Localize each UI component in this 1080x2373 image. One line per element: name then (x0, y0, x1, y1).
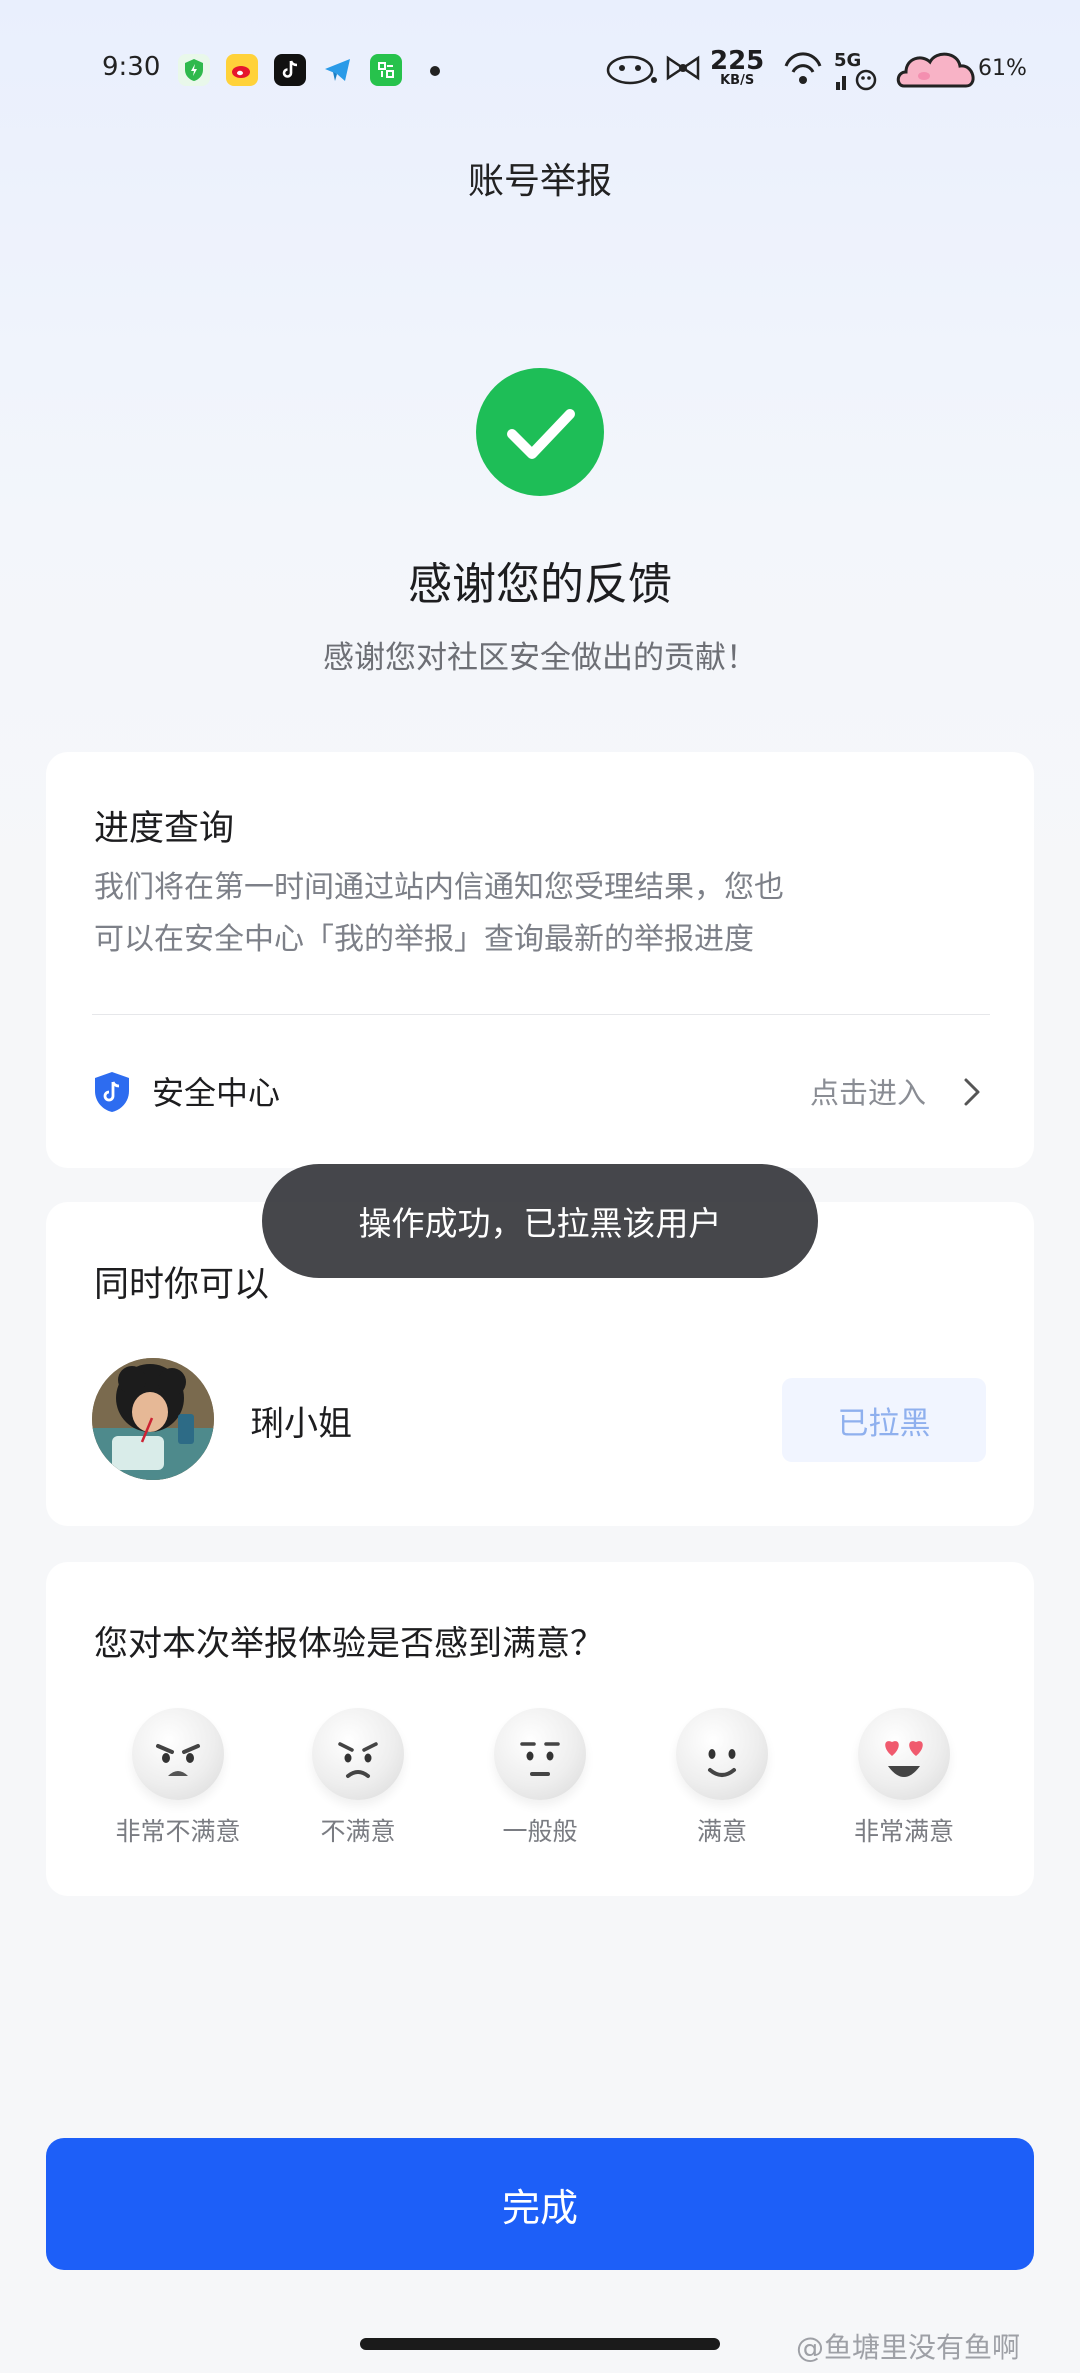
battery-icon (896, 46, 980, 92)
result-subheading: 感谢您对社区安全做出的贡献！ (323, 640, 757, 676)
watermark: @鱼塘里没有鱼啊 (796, 2331, 1021, 2364)
shield-tiktok-icon (92, 1070, 132, 1114)
result-heading: 感谢您的反馈 (408, 559, 672, 610)
option-label: 满意 (696, 1817, 747, 1846)
card-divider (92, 1014, 990, 1015)
avatar[interactable] (92, 1358, 214, 1480)
neutral-face-icon[interactable] (494, 1708, 586, 1800)
user-name: 琍小姐 (250, 1404, 352, 1444)
option-label: 非常满意 (853, 1817, 954, 1846)
success-check-icon (476, 368, 604, 496)
status-time: 9:30 (102, 52, 161, 82)
home-indicator[interactable] (360, 2338, 720, 2350)
security-center-label: 安全中心 (152, 1074, 281, 1112)
page-title: 账号举报 (467, 161, 612, 202)
option-label: 一般般 (502, 1817, 578, 1846)
option-label: 非常不满意 (115, 1817, 241, 1846)
blocked-button[interactable]: 已拉黑 (782, 1378, 986, 1462)
security-app-icon (178, 54, 210, 86)
battery-percentage: 61% (978, 56, 1027, 81)
dissatisfied-face-icon[interactable] (312, 1708, 404, 1800)
very-dissatisfied-face-icon[interactable] (132, 1708, 224, 1800)
progress-desc-line2: 可以在安全中心「我的举报」查询最新的举报进度 (94, 922, 754, 957)
tiktok-icon (274, 54, 306, 86)
done-button[interactable]: 完成 (46, 2138, 1034, 2270)
survey-question: 您对本次举报体验是否感到满意？ (94, 1624, 604, 1664)
progress-title: 进度查询 (94, 809, 235, 849)
sticker-dog-wifi-icon (780, 50, 826, 92)
very-satisfied-face-icon[interactable] (858, 1708, 950, 1800)
more-notifications-dot (430, 66, 440, 76)
option-label: 不满意 (320, 1817, 396, 1846)
weibo-icon (226, 54, 258, 86)
enter-link[interactable]: 点击进入 (810, 1070, 926, 1112)
toast-message: 操作成功，已拉黑该用户 (262, 1164, 818, 1278)
satisfied-face-icon[interactable] (676, 1708, 768, 1800)
chevron-right-icon (960, 1074, 984, 1110)
bow-icon (664, 54, 702, 86)
also-title: 同时你可以 (94, 1265, 270, 1305)
signal-icon (836, 66, 888, 96)
telegram-icon (322, 54, 354, 86)
calculator-icon (370, 54, 402, 86)
sticker-frog-icon (604, 50, 660, 90)
network-speed: 225 KB/S (710, 46, 765, 88)
progress-desc-line1: 我们将在第一时间通过站内信通知您受理结果，您也 (94, 870, 784, 905)
